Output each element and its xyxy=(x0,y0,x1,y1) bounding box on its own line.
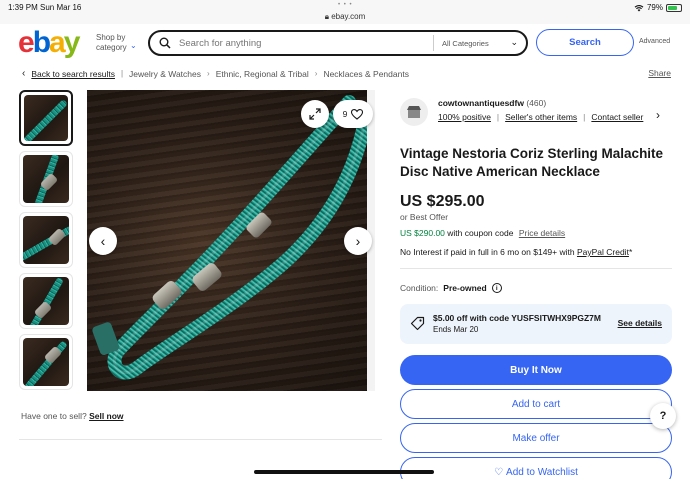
listing-price: US $295.00 xyxy=(400,193,485,210)
search-bar: All Categories ⌄ xyxy=(148,30,528,56)
add-to-cart-button[interactable]: Add to cart xyxy=(400,389,672,419)
best-offer-label: or Best Offer xyxy=(400,212,449,222)
category-value: All Categories xyxy=(442,38,489,48)
seller-name[interactable]: cowtownantiquesdfw (460) xyxy=(438,98,546,108)
condition-row: Condition: Pre-owned i xyxy=(400,283,502,293)
condition-label: Condition: xyxy=(400,283,439,293)
financing-line: No Interest if paid in full in 6 mo on $… xyxy=(400,247,632,257)
watch-count-button[interactable]: 9 xyxy=(333,100,373,128)
next-image-button[interactable]: › xyxy=(344,227,372,255)
search-input[interactable] xyxy=(179,37,433,49)
breadcrumb-item[interactable]: Ethnic, Regional & Tribal xyxy=(216,69,309,79)
advanced-search-link[interactable]: Advanced xyxy=(639,38,670,45)
separator: | xyxy=(583,112,586,122)
coupon-banner: $5.00 off with code YUSFSITWHX9PGZ7M End… xyxy=(400,304,672,344)
shop-by-category[interactable]: Shop by category ⌄ xyxy=(96,33,140,53)
paypal-credit-link[interactable]: PayPal Credit xyxy=(577,247,629,257)
heart-icon xyxy=(351,108,364,120)
necklace-photo xyxy=(92,95,370,380)
main-product-image[interactable]: ‹ › xyxy=(87,90,375,391)
chevron-left-icon: ‹ xyxy=(100,233,106,249)
search-button[interactable]: Search xyxy=(536,29,634,56)
search-icon xyxy=(159,37,171,49)
chevron-right-icon[interactable]: › xyxy=(656,108,660,122)
heart-icon: ♡ xyxy=(494,466,504,478)
share-link[interactable]: Share xyxy=(648,68,671,78)
chevron-down-icon: ⌄ xyxy=(130,41,137,50)
seller-links: 100% positive | Seller's other items | C… xyxy=(438,112,643,122)
address-url: ebay.com xyxy=(331,12,366,21)
watchlist-label: Add to Watchlist xyxy=(506,466,578,478)
thumbnail-image[interactable] xyxy=(19,334,73,390)
wifi-icon xyxy=(634,4,644,11)
watch-count: 9 xyxy=(342,109,348,119)
seller-avatar[interactable] xyxy=(400,98,428,126)
section-divider xyxy=(19,439,382,440)
listing-title: Vintage Nestoria Coriz Sterling Malachit… xyxy=(400,146,664,179)
section-divider xyxy=(400,268,672,269)
coupon-suffix: with coupon code xyxy=(447,228,514,238)
see-details-link[interactable]: See details xyxy=(618,318,662,328)
breadcrumb: ‹ Back to search results | Jewelry & Wat… xyxy=(22,68,409,79)
chevron-right-icon: › xyxy=(355,233,361,249)
make-offer-button[interactable]: Make offer xyxy=(400,423,672,453)
footnote-mark: * xyxy=(628,247,633,257)
status-date: Sun Mar 16 xyxy=(40,3,82,12)
seller-feedback-count: (460) xyxy=(526,98,547,108)
home-indicator[interactable] xyxy=(254,470,434,474)
coupon-offer-text: $5.00 off with code YUSFSITWHX9PGZ7M xyxy=(433,313,601,323)
price-details-link[interactable]: Price details xyxy=(519,228,565,238)
coupon-price-line: US $290.00 with coupon code Price detail… xyxy=(400,228,565,238)
separator: | xyxy=(496,112,500,122)
previous-image-button[interactable]: ‹ xyxy=(89,227,117,255)
chevron-left-icon: ‹ xyxy=(22,68,26,79)
coupon-price: US $290.00 xyxy=(400,228,445,238)
thumbnail-image[interactable] xyxy=(19,151,73,207)
contact-seller-link[interactable]: Contact seller xyxy=(591,112,643,122)
add-to-watchlist-button[interactable]: ♡ Add to Watchlist xyxy=(400,457,672,479)
expand-icon xyxy=(309,108,321,120)
battery-icon xyxy=(666,3,682,12)
chevron-right-icon: › xyxy=(314,69,318,78)
coupon-expiry: Ends Mar 20 xyxy=(433,325,479,334)
info-icon[interactable]: i xyxy=(491,283,502,293)
status-bar: 1:39 PM Sun Mar 16 • • • 🔒︎ ebay.com 79% xyxy=(0,0,690,24)
ebay-logo[interactable]: ebay xyxy=(18,28,80,58)
thumbnail-image[interactable] xyxy=(19,212,73,268)
sell-prompt-text: Have one to sell? xyxy=(21,411,87,421)
status-right: 79% xyxy=(634,3,682,12)
sell-prompt: Have one to sell? Sell now xyxy=(21,411,124,421)
breadcrumb-separator: | xyxy=(120,69,124,78)
address-bar[interactable]: 🔒︎ ebay.com xyxy=(0,12,690,22)
seller-other-items-link[interactable]: Seller's other items xyxy=(505,112,577,122)
thumbnail-image[interactable] xyxy=(19,90,73,146)
category-select[interactable]: All Categories ⌄ xyxy=(434,36,526,48)
breadcrumb-item[interactable]: Jewelry & Watches xyxy=(129,69,201,79)
help-button[interactable]: ? xyxy=(650,403,676,429)
battery-percent: 79% xyxy=(646,3,663,12)
buy-it-now-button[interactable]: Buy It Now xyxy=(400,355,672,385)
store-icon xyxy=(407,106,421,118)
status-time: 1:39 PM xyxy=(8,3,38,12)
shop-by-label: Shop by category xyxy=(96,33,127,52)
seller-positive-link[interactable]: 100% positive xyxy=(438,112,491,122)
expand-image-button[interactable] xyxy=(301,100,329,128)
multitask-dots-icon[interactable]: • • • xyxy=(338,2,353,8)
chevron-right-icon: › xyxy=(207,69,210,78)
thumbnail-strip xyxy=(19,90,77,395)
breadcrumb-item[interactable]: Necklaces & Pendants xyxy=(323,69,409,79)
back-to-search-link[interactable]: Back to search results xyxy=(31,69,115,79)
chevron-down-icon: ⌄ xyxy=(510,36,518,47)
sell-now-link[interactable]: Sell now xyxy=(89,411,123,421)
lock-icon: 🔒︎ xyxy=(324,12,329,21)
coupon-tag-icon xyxy=(410,316,425,331)
condition-value: Pre-owned xyxy=(443,283,487,293)
financing-text: No Interest if paid in full in 6 mo on $… xyxy=(400,247,575,257)
thumbnail-image[interactable] xyxy=(19,273,73,329)
